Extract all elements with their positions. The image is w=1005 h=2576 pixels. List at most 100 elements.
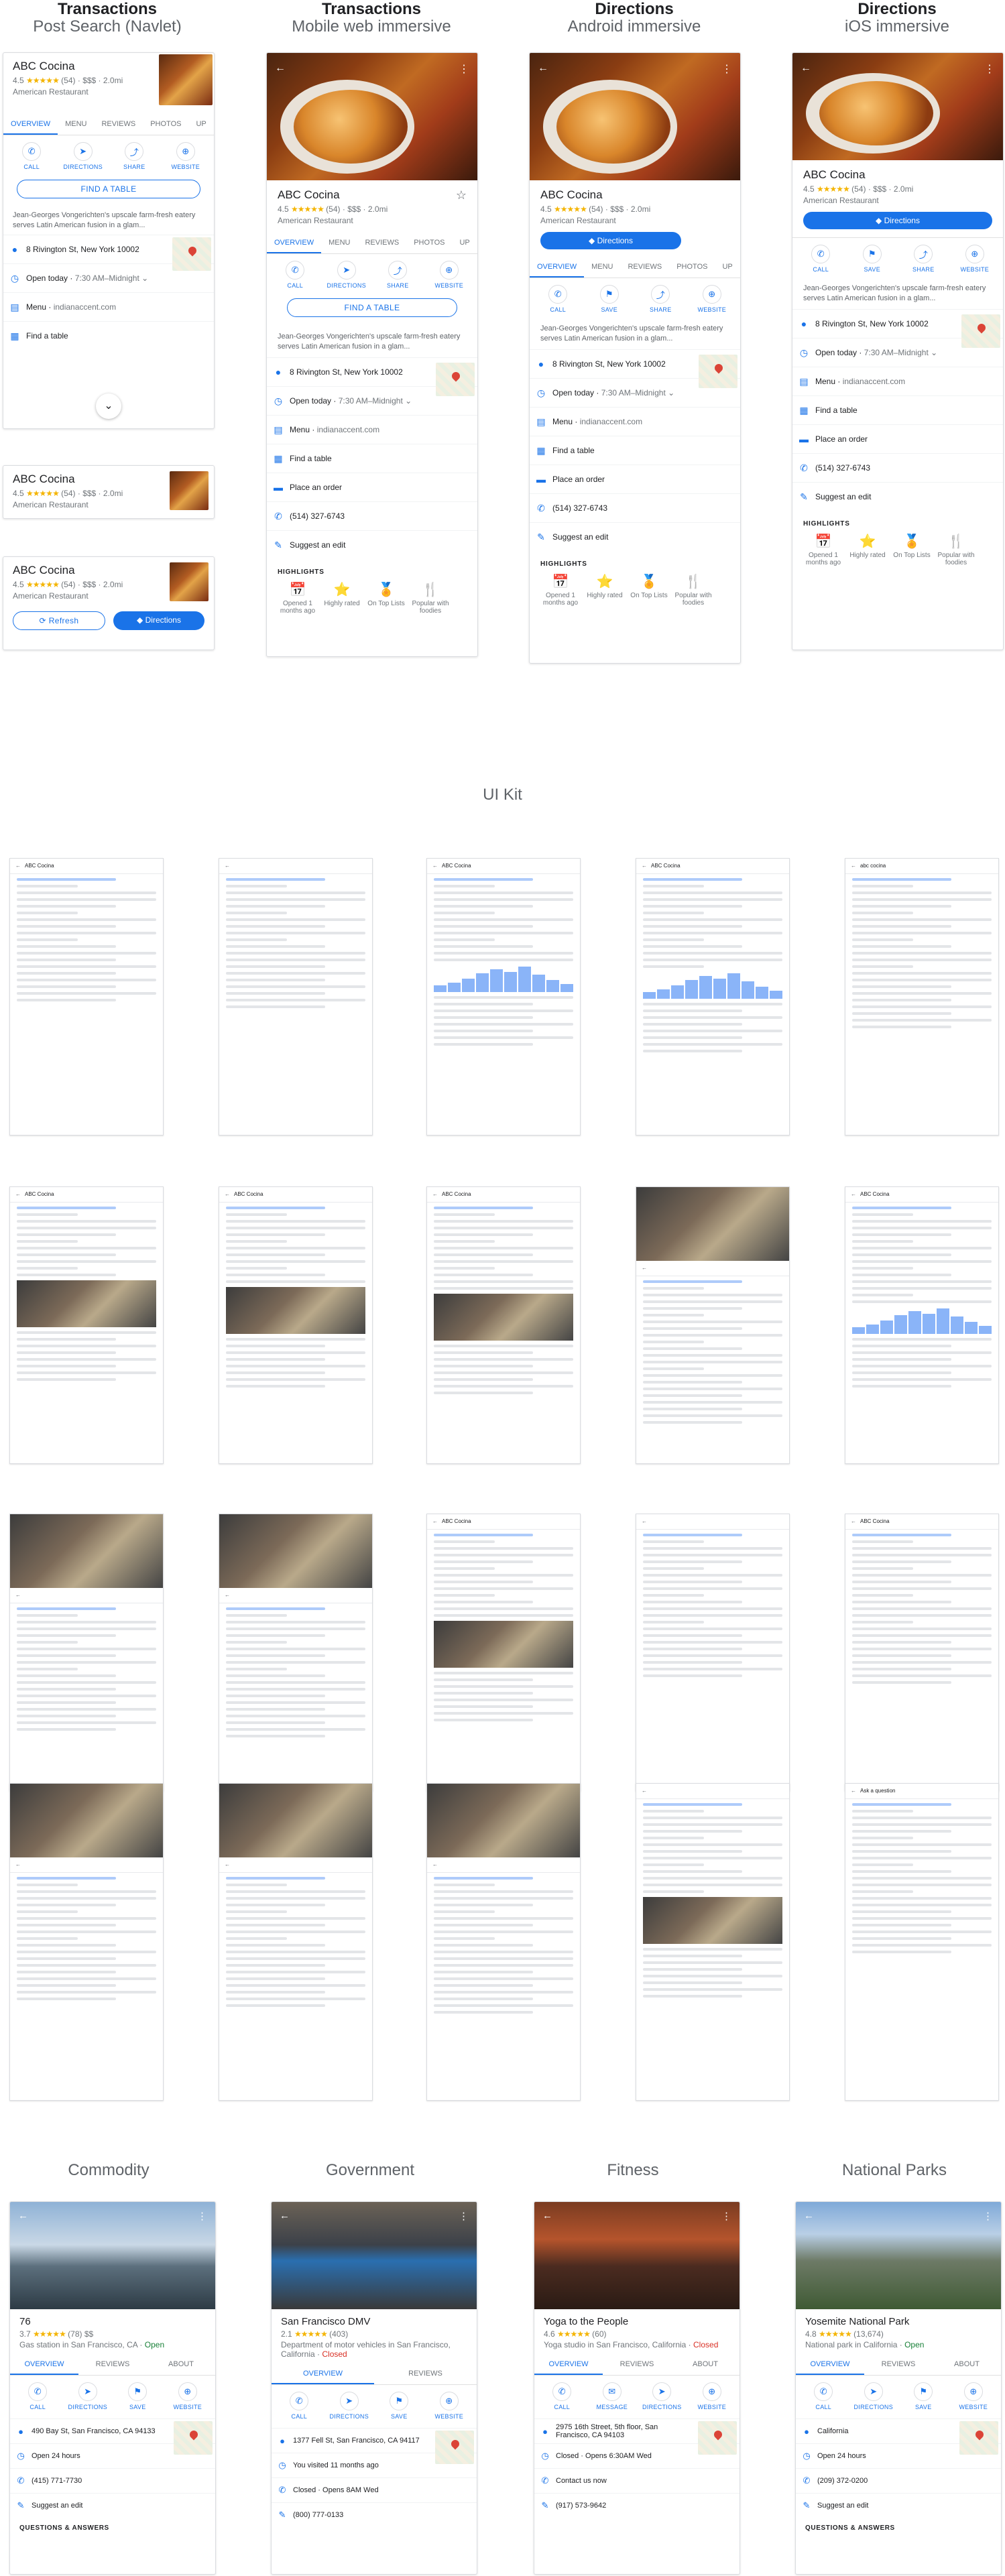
back-arrow-icon[interactable]: ← [801, 62, 811, 74]
highlight-item[interactable]: ⭐ Highly rated [322, 581, 362, 615]
info-row[interactable]: ✆ Closed · Opens 8AM Wed [272, 2477, 477, 2502]
tab-overview[interactable]: OVERVIEW [796, 2355, 864, 2375]
hero-photo[interactable]: ← ⋮ [792, 53, 1003, 160]
call-button[interactable]: ✆ CALL [277, 261, 313, 289]
hero-photo[interactable]: ← ⋮ [534, 2202, 740, 2309]
highlight-item[interactable]: 🍴 Popular with foodies [410, 581, 451, 615]
navlet-card-directions[interactable]: ABC Cocina 4.5 ★★★★★ (54) · $$$ · 2.0mi … [3, 556, 215, 650]
screen-toolbar[interactable] [10, 1857, 163, 1873]
location-map[interactable] [436, 363, 475, 396]
info-row[interactable]: ✎ Suggest an edit [796, 2493, 1001, 2518]
more-vert-icon[interactable]: ⋮ [721, 62, 732, 76]
tab-photos[interactable]: PHOTOS [406, 233, 452, 253]
website-button[interactable]: ⊕ WEBSITE [168, 142, 204, 170]
tab-updates[interactable]: UP [188, 115, 213, 135]
highlight-item[interactable]: 🍴 Popular with foodies [673, 573, 713, 607]
tab-overview[interactable]: OVERVIEW [267, 233, 322, 253]
screen-toolbar[interactable]: ABC Cocina [427, 1514, 580, 1530]
screen-toolbar[interactable]: abc cocina [845, 859, 998, 874]
location-map[interactable] [959, 2421, 998, 2455]
screen-toolbar[interactable] [636, 1514, 789, 1530]
back-arrow-icon[interactable]: ← [18, 2210, 28, 2221]
hero-photo[interactable]: ← ⋮ [10, 2202, 215, 2309]
phone-row[interactable]: ✆ (514) 327-6743 [530, 493, 740, 522]
save-button[interactable]: ⚑ SAVE [591, 285, 628, 313]
save-button[interactable]: ⚑ SAVE [905, 2382, 941, 2410]
highlight-item[interactable]: ⭐ Highly rated [847, 533, 888, 566]
share-button[interactable]: ⤴ SHARE [642, 285, 678, 313]
more-vert-icon[interactable]: ⋮ [459, 2210, 469, 2222]
website-button[interactable]: ⊕ WEBSITE [955, 2382, 992, 2410]
tab-overview[interactable]: OVERVIEW [530, 257, 585, 278]
suggest-edit-row[interactable]: ✎ Suggest an edit [530, 522, 740, 551]
screen-toolbar[interactable] [219, 859, 372, 874]
tab-overview[interactable]: OVERVIEW [3, 115, 58, 135]
website-button[interactable]: ⊕ WEBSITE [694, 2382, 730, 2410]
info-row[interactable]: ✆ (209) 372-0200 [796, 2468, 1001, 2493]
highlight-item[interactable]: 🏅 On Top Lists [892, 533, 932, 566]
navlet-card-collapsed[interactable]: ABC Cocina 4.5 ★★★★★ (54) · $$$ · 2.0mi … [3, 465, 215, 519]
tab-updates[interactable]: UP [715, 257, 740, 278]
highlight-item[interactable]: 🏅 On Top Lists [629, 573, 669, 607]
website-button[interactable]: ⊕ WEBSITE [431, 261, 467, 289]
place-thumbnail[interactable] [159, 54, 213, 105]
website-button[interactable]: ⊕ WEBSITE [694, 285, 730, 313]
find-table-row[interactable]: ▦ Find a table [530, 436, 740, 465]
tab-menu[interactable]: MENU [584, 257, 620, 278]
tab-reviews[interactable]: REVIEWS [620, 257, 669, 278]
tab-photos[interactable]: PHOTOS [143, 115, 188, 135]
screen-toolbar[interactable]: ABC Cocina [845, 1187, 998, 1203]
place-order-row[interactable]: ▬ Place an order [792, 424, 1003, 453]
find-table-row[interactable]: ▦ Find a table [3, 321, 214, 350]
more-vert-icon[interactable]: ⋮ [459, 62, 469, 76]
screen-toolbar[interactable]: ABC Cocina [636, 859, 789, 874]
location-map[interactable] [961, 314, 1000, 348]
hero-photo[interactable]: ← ⋮ [267, 53, 477, 180]
tab-reviews[interactable]: REVIEWS [603, 2355, 671, 2375]
location-map[interactable] [698, 2421, 737, 2455]
screen-toolbar[interactable]: ABC Cocina [845, 1514, 998, 1530]
tab-reviews[interactable]: REVIEWS [374, 2364, 477, 2384]
highlight-item[interactable]: 📅 Opened 1 months ago [278, 581, 318, 615]
back-arrow-icon[interactable]: ← [804, 2210, 814, 2221]
call-button[interactable]: ✆ CALL [19, 2382, 56, 2410]
info-row[interactable]: ✆ (415) 771-7730 [10, 2468, 215, 2493]
call-button[interactable]: ✆ CALL [540, 285, 576, 313]
call-button[interactable]: ✆ CALL [803, 245, 839, 273]
menu-row[interactable]: ▤ Menu · indianaccent.com [267, 415, 477, 444]
tab-reviews[interactable]: REVIEWS [357, 233, 406, 253]
highlight-item[interactable]: 🍴 Popular with foodies [936, 533, 976, 566]
call-button[interactable]: ✆ CALL [281, 2392, 317, 2420]
screen-toolbar[interactable]: Ask a question [845, 1784, 998, 1799]
find-table-row[interactable]: ▦ Find a table [267, 444, 477, 473]
highlight-item[interactable]: ⭐ Highly rated [585, 573, 625, 607]
hero-photo[interactable]: ← ⋮ [272, 2202, 477, 2309]
tab-menu[interactable]: MENU [58, 115, 94, 135]
find-table-row[interactable]: ▦ Find a table [792, 395, 1003, 424]
suggest-edit-row[interactable]: ✎ Suggest an edit [267, 530, 477, 559]
location-map[interactable] [172, 237, 211, 271]
back-arrow-icon[interactable]: ← [538, 62, 548, 74]
directions-button[interactable]: ➤ DIRECTIONS [64, 142, 103, 170]
tab-about[interactable]: ABOUT [933, 2355, 1001, 2375]
call-button[interactable]: ✆ CALL [544, 2382, 580, 2410]
directions-button[interactable]: ◆ Directions [803, 212, 992, 229]
tab-reviews[interactable]: REVIEWS [864, 2355, 933, 2375]
back-arrow-icon[interactable]: ← [542, 2210, 552, 2221]
menu-row[interactable]: ▤ Menu · indianaccent.com [3, 292, 214, 321]
info-row[interactable]: ✎ (917) 573-9642 [534, 2493, 740, 2518]
save-button[interactable]: ⚑ SAVE [119, 2382, 156, 2410]
tab-menu[interactable]: MENU [321, 233, 357, 253]
directions-button[interactable]: ➤ DIRECTIONS [327, 261, 366, 289]
more-vert-icon[interactable]: ⋮ [197, 2210, 207, 2222]
save-button[interactable]: ⚑ SAVE [854, 245, 890, 273]
highlight-item[interactable]: 📅 Opened 1 months ago [803, 533, 843, 566]
tab-overview[interactable]: OVERVIEW [10, 2355, 78, 2375]
location-map[interactable] [174, 2421, 213, 2455]
screen-toolbar[interactable]: ABC Cocina [427, 859, 580, 874]
share-button[interactable]: ⤴ SHARE [905, 245, 941, 273]
tab-about[interactable]: ABOUT [147, 2355, 215, 2375]
phone-row[interactable]: ✆ (514) 327-6743 [792, 453, 1003, 482]
screen-toolbar[interactable] [636, 1261, 789, 1276]
info-row[interactable]: ✆ Contact us now [534, 2468, 740, 2493]
